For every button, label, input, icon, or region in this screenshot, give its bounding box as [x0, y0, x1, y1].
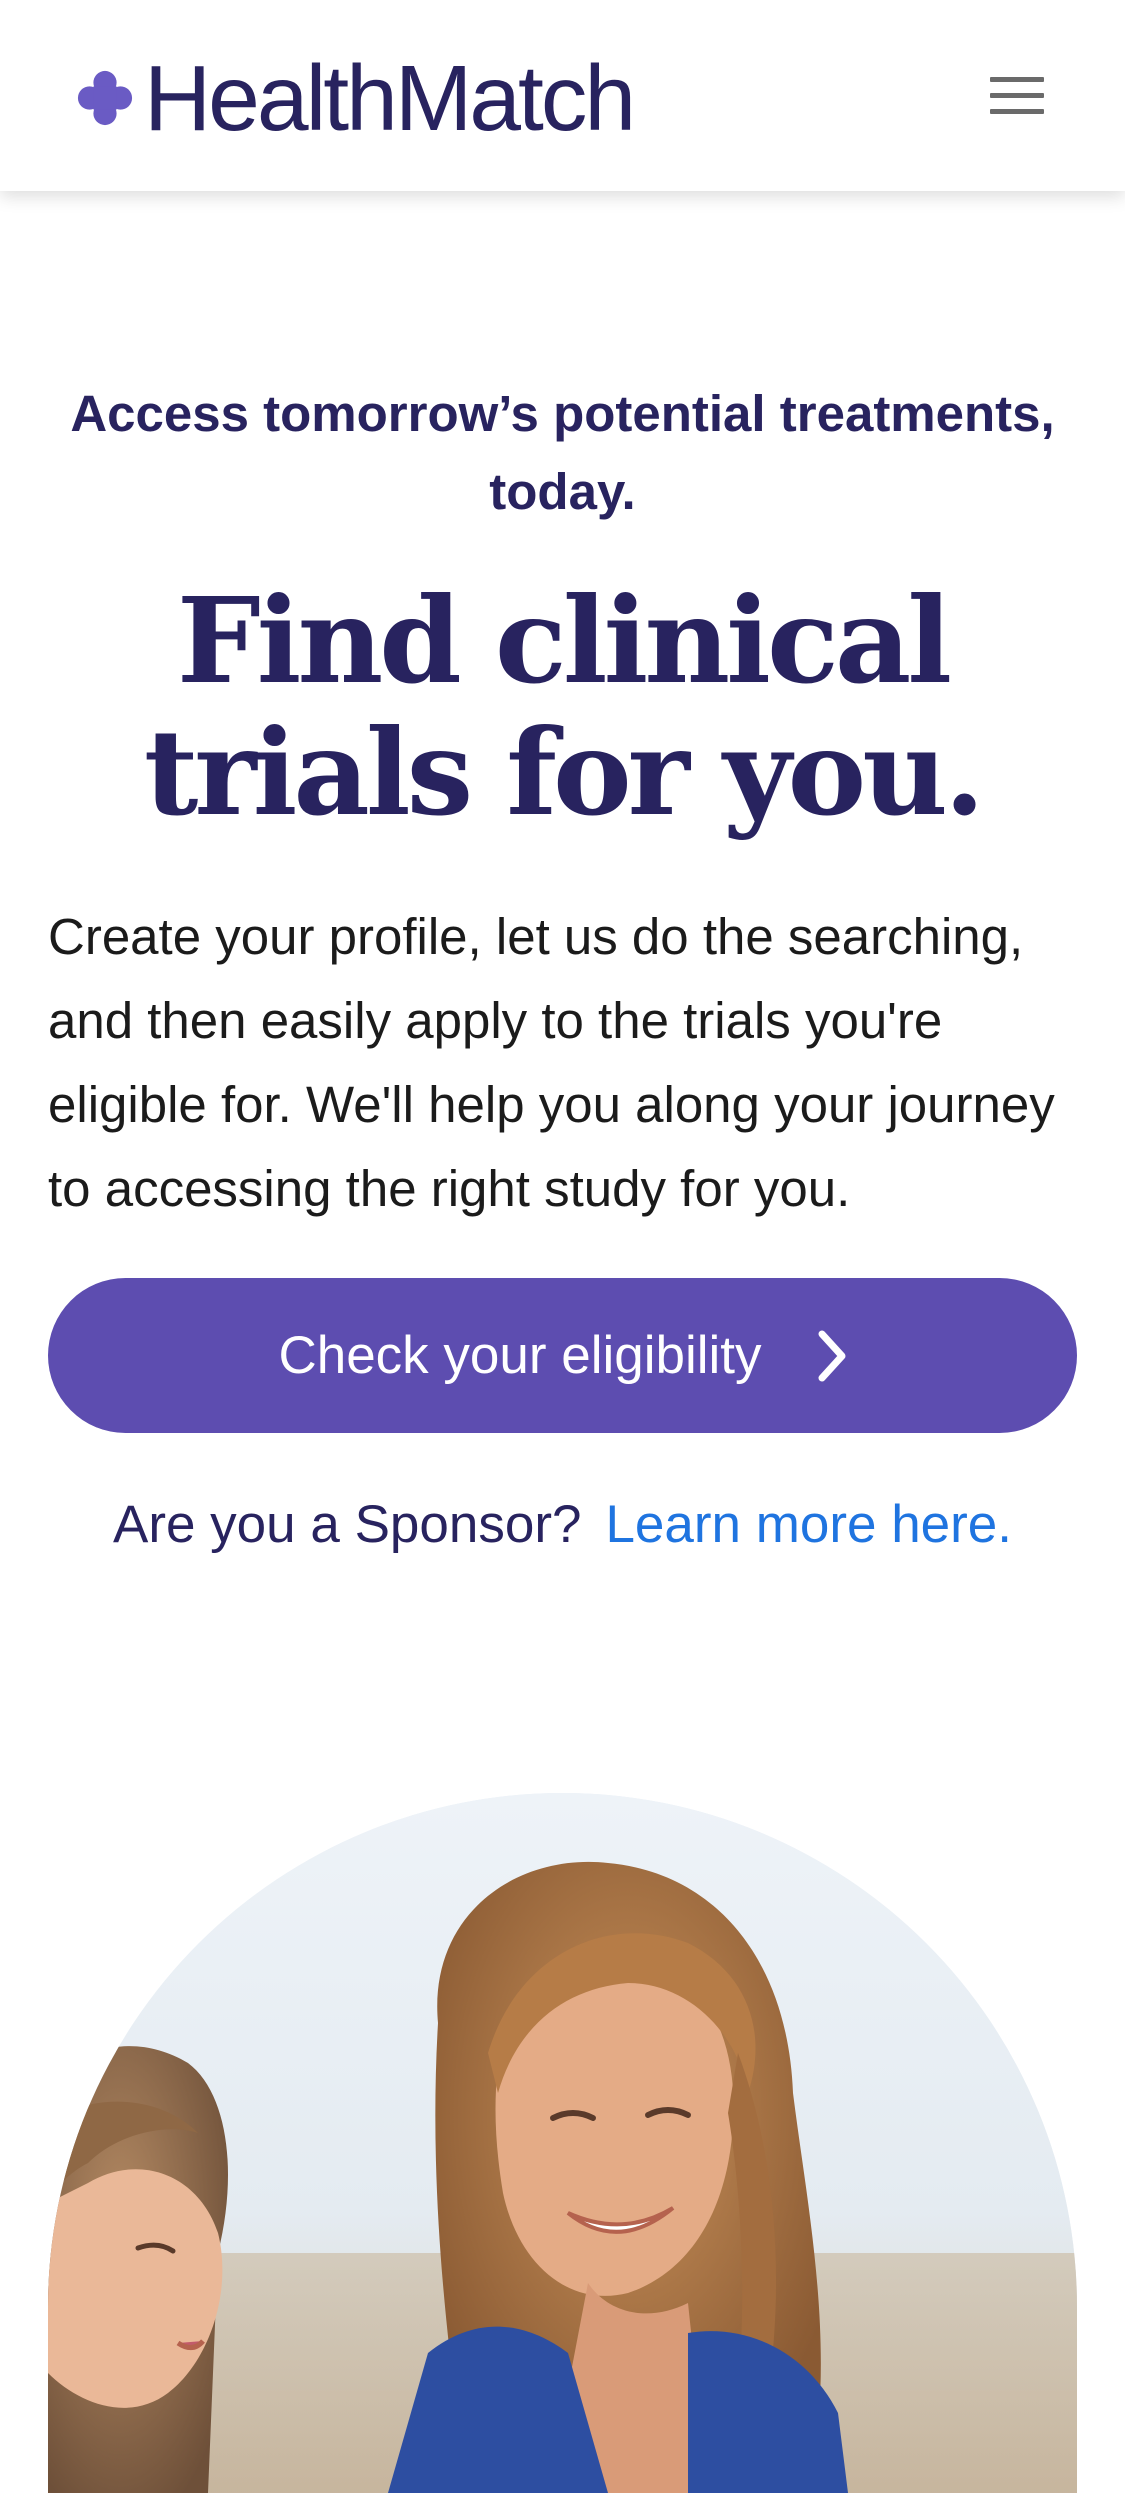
plus-cross-logo-icon — [77, 70, 133, 126]
hamburger-menu-icon[interactable] — [982, 70, 1052, 122]
photo-two-women-smiling — [48, 1793, 1077, 2493]
logo-wordmark: HealthMatch — [144, 45, 636, 150]
hero-photo — [48, 1793, 1077, 2493]
page-title: Find clinical trials for you. — [143, 571, 985, 842]
sponsor-question: Are you a Sponsor? — [112, 1495, 582, 1554]
learn-more-link[interactable]: Learn more here. — [605, 1495, 1012, 1554]
sponsor-prompt: Are you a Sponsor? Learn more here. — [0, 1490, 1125, 1560]
hero-description: Create your profile, let us do the searc… — [48, 908, 1055, 1217]
healthmatch-logo[interactable]: HealthMatch — [76, 45, 636, 150]
site-header: HealthMatch — [0, 0, 1125, 191]
hero-tagline: Access tomorrow’s potential treatments, … — [70, 385, 1055, 520]
chevron-right-icon — [818, 1330, 846, 1381]
check-eligibility-button[interactable]: Check your eligibility — [48, 1278, 1077, 1433]
cta-label: Check your eligibility — [278, 1326, 762, 1385]
